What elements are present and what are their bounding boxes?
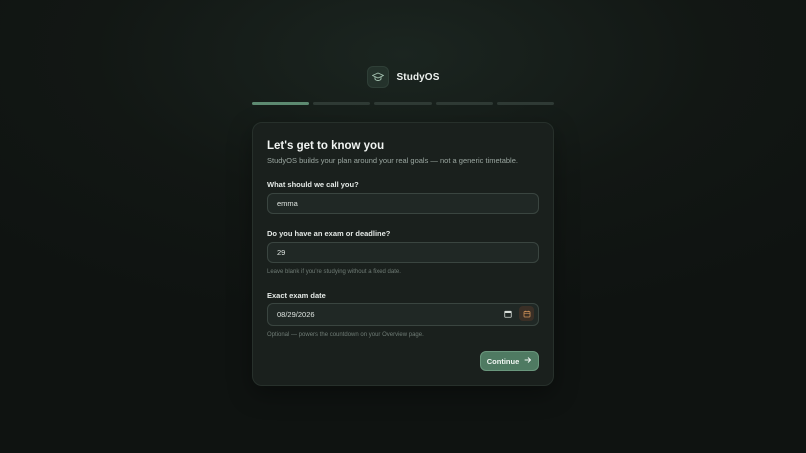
- deadline-hint: Leave blank if you're studying without a…: [267, 269, 401, 275]
- progress-step-4: [435, 102, 493, 105]
- calendar-icon[interactable]: [501, 307, 515, 321]
- exam-date-hint: Optional — powers the countdown on your …: [267, 332, 424, 338]
- calendar-accent-icon[interactable]: [519, 306, 534, 321]
- progress-step-1: [252, 102, 310, 105]
- date-icons: [501, 306, 534, 321]
- brand-name: StudyOS: [396, 71, 440, 83]
- deadline-input[interactable]: 29: [267, 242, 539, 263]
- progress-step-3: [374, 102, 432, 105]
- card-subtitle: StudyOS builds your plan around your rea…: [267, 156, 518, 165]
- progress-step-5: [496, 102, 555, 105]
- card-title: Let's get to know you: [267, 140, 385, 152]
- onboarding-progress: [252, 102, 555, 105]
- exam-date-input[interactable]: 08/29/2026: [267, 303, 539, 326]
- arrow-right-icon: [524, 356, 532, 366]
- continue-label: Continue: [486, 356, 520, 366]
- onboarding-card: Let's get to know you StudyOS builds you…: [252, 122, 554, 386]
- brand-header: StudyOS: [0, 66, 806, 88]
- deadline-field-label: Do you have an exam or deadline?: [267, 229, 391, 238]
- deadline-input-value: 29: [277, 248, 286, 257]
- continue-button[interactable]: Continue: [480, 351, 539, 371]
- progress-step-2: [313, 102, 371, 105]
- name-field-label: What should we call you?: [267, 180, 359, 189]
- exam-date-field-label: Exact exam date: [267, 291, 326, 300]
- exam-date-value: 08/29/2026: [277, 310, 315, 319]
- name-input[interactable]: emma: [267, 193, 539, 214]
- name-input-value: emma: [277, 199, 298, 208]
- graduation-cap-icon: [366, 66, 389, 88]
